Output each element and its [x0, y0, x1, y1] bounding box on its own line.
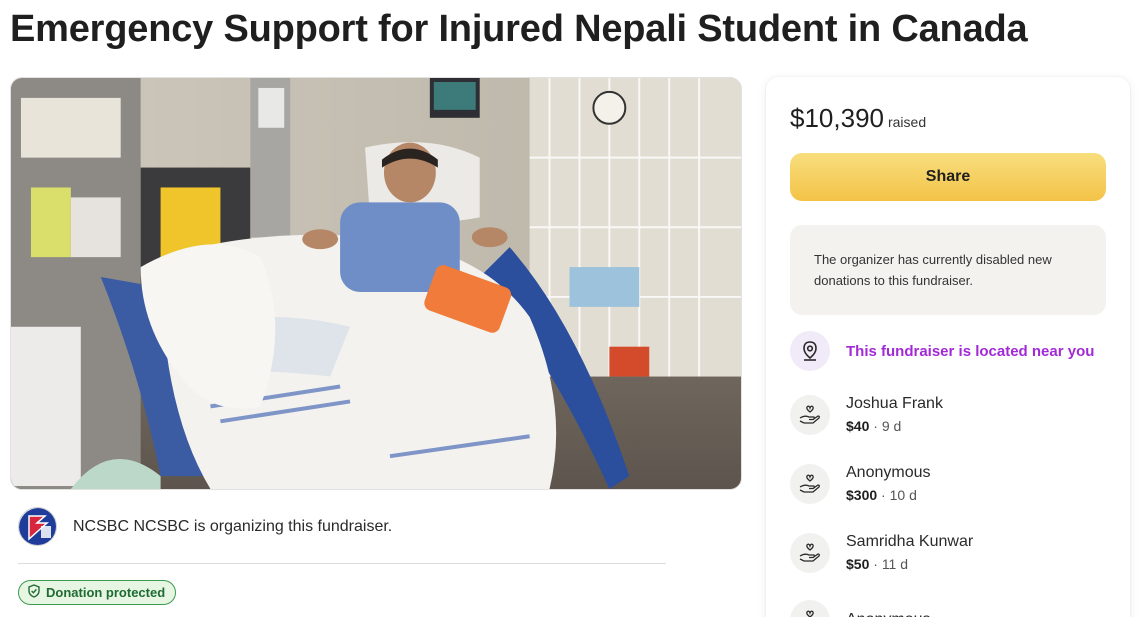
raised-label: raised	[887, 114, 927, 130]
donation-amount: $300	[846, 487, 878, 503]
donor-name: Anonymous	[846, 464, 931, 481]
donor-name: Samridha Kunwar	[846, 533, 974, 550]
donation-item: Anonymous	[790, 600, 931, 617]
donation-meta: $50 · 11 d	[846, 556, 909, 572]
donor-name: Joshua Frank	[846, 395, 943, 412]
hospital-bed-photo	[11, 78, 741, 489]
donation-details: Anonymous	[846, 609, 931, 617]
donation-time: 9 d	[881, 418, 902, 434]
location-text: This fundraiser is located near you	[846, 342, 1095, 360]
divider	[18, 563, 666, 564]
ncsbc-logo-icon[interactable]	[18, 507, 57, 546]
donation-item: Joshua Frank $40 · 9 d	[790, 393, 943, 437]
location-row: This fundraiser is located near you	[790, 331, 1094, 371]
donation-details: Samridha Kunwar $50 · 11 d	[846, 531, 973, 575]
donation-item: Anonymous $300 · 10 d	[790, 462, 931, 506]
location-pin-icon	[790, 331, 830, 371]
donation-details: Joshua Frank $40 · 9 d	[846, 393, 943, 437]
donation-amount: $40	[846, 418, 870, 434]
organizer-row: NCSBC NCSBC is organizing this fundraise…	[18, 507, 392, 546]
donation-amount: $50	[846, 556, 870, 572]
organizer-text: NCSBC NCSBC is organizing this fundraise…	[73, 517, 393, 535]
heart-hand-icon	[790, 464, 830, 504]
raised-amount: $10,390	[790, 103, 884, 133]
donation-meta: $300 · 10 d	[846, 487, 917, 503]
share-button[interactable]: Share	[790, 153, 1106, 201]
donation-meta: $40 · 9 d	[846, 418, 902, 434]
donation-protected-badge[interactable]: Donation protected	[18, 580, 177, 605]
badge-label: Donation protected	[46, 585, 166, 600]
donation-item: Samridha Kunwar $50 · 11 d	[790, 531, 973, 575]
donation-time: 11 d	[881, 556, 909, 572]
donation-sidebar: $10,390 raised Share The organizer has c…	[766, 77, 1130, 617]
heart-hand-icon	[790, 533, 830, 573]
page-title: Emergency Support for Injured Nepali Stu…	[10, 8, 1028, 50]
donations-disabled-notice: The organizer has currently disabled new…	[790, 225, 1106, 315]
heart-hand-icon	[790, 600, 830, 617]
donation-details: Anonymous $300 · 10 d	[846, 462, 931, 506]
heart-hand-icon	[790, 395, 830, 435]
donor-name: Anonymous	[846, 609, 931, 617]
shield-check-icon	[27, 584, 41, 601]
donation-time: 10 d	[889, 487, 917, 503]
hero-photo[interactable]	[10, 77, 742, 490]
raised-summary: $10,390 raised	[790, 103, 926, 134]
